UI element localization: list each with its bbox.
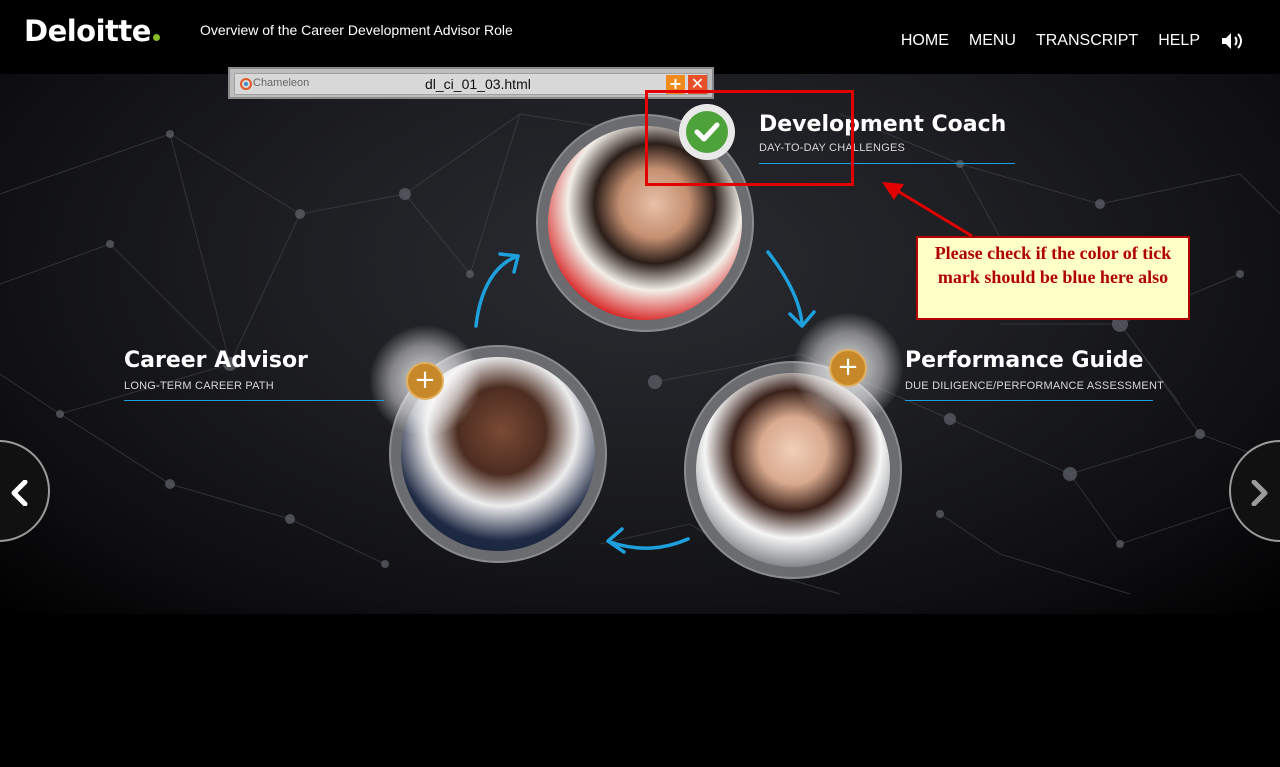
speaker-icon[interactable] [1220,31,1244,51]
advisor-subtitle: LONG-TERM CAREER PATH [124,380,274,392]
advisor-title[interactable]: Career Advisor [124,348,308,373]
chevron-right-icon [1251,480,1268,506]
chevron-left-icon [11,480,28,506]
stage-fade [0,604,1280,614]
nav-menu[interactable]: MENU [969,32,1016,50]
chameleon-brand: Chameleon [253,77,310,89]
course-title: Overview of the Career Development Advis… [200,22,513,38]
main-nav: HOME MENU TRANSCRIPT HELP [901,31,1244,51]
deloitte-logo: Deloitte [24,14,160,48]
advisor-underline [124,400,384,401]
nav-help[interactable]: HELP [1158,32,1200,50]
chameleon-toolbar-inner: Chameleon dl_ci_01_03.html + ✕ [234,73,708,95]
nav-home[interactable]: HOME [901,32,949,50]
review-highlight-box [645,90,854,186]
nav-transcript[interactable]: TRANSCRIPT [1036,32,1138,50]
guide-underline [905,400,1153,401]
chameleon-logo-icon [240,78,252,90]
review-note: Please check if the color of tick mark s… [916,236,1190,320]
review-note-text: Please check if the color of tick mark s… [934,243,1172,287]
guide-subtitle: DUE DILIGENCE/PERFORMANCE ASSESSMENT [905,380,1165,392]
top-bar: Deloitte Overview of the Career Developm… [0,0,1280,74]
chameleon-toolbar: Chameleon dl_ci_01_03.html + ✕ [228,67,714,99]
advisor-expand-button[interactable]: + [406,362,444,400]
popup-filename: dl_ci_01_03.html [425,76,531,92]
guide-expand-button[interactable]: + [829,349,867,387]
logo-dot-icon [152,34,160,41]
guide-title[interactable]: Performance Guide [905,348,1143,373]
